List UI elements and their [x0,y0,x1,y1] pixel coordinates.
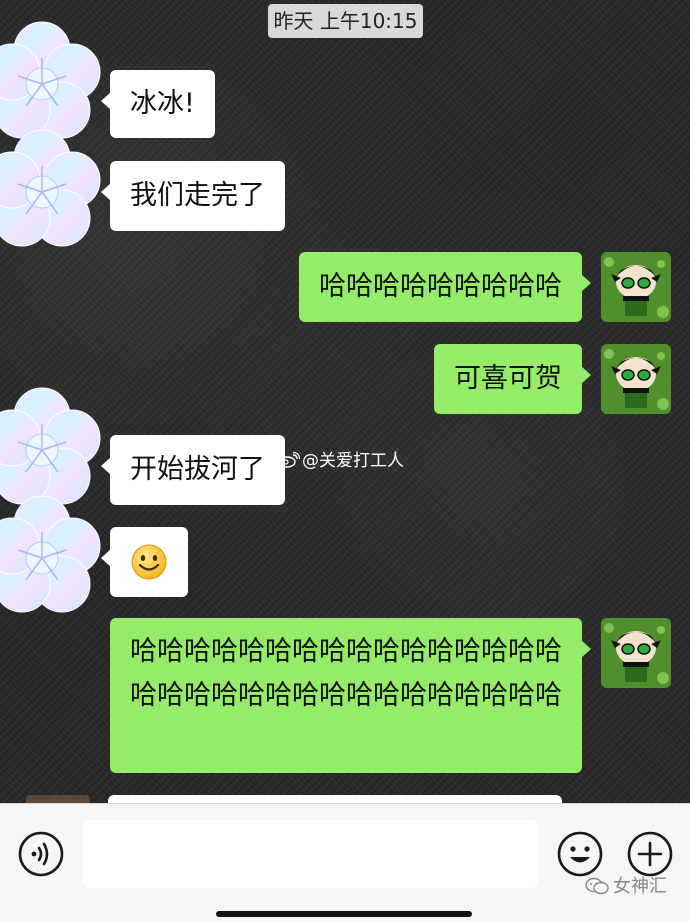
outgoing-message[interactable]: 可喜可贺 [434,344,591,414]
watermark: @关爱打工人 [278,449,404,473]
brand-watermark: 女神汇 [585,876,667,898]
smile-emoji-icon [131,544,167,580]
emoji-icon[interactable] [556,830,604,878]
outgoing-message[interactable]: 哈哈哈哈哈哈哈哈哈哈哈哈哈哈哈哈哈哈哈哈哈哈哈哈哈哈哈哈哈哈哈哈 [110,618,591,773]
incoming-emoji-message[interactable] [101,527,188,597]
input-bar [0,803,690,921]
message-timestamp: 昨天 上午10:15 [268,4,423,38]
plus-icon[interactable] [626,830,674,878]
watermark-text: @关爱打工人 [302,451,404,471]
contact-avatar[interactable] [0,386,104,510]
wechat-logo-icon [585,877,609,895]
voice-icon[interactable] [17,830,65,878]
incoming-message[interactable]: 开始拔河了 [101,435,285,505]
brand-text: 女神汇 [613,876,667,897]
my-avatar[interactable] [601,344,671,414]
my-avatar[interactable] [601,252,671,322]
contact-avatar[interactable] [0,20,104,144]
contact-avatar[interactable] [0,128,104,252]
outgoing-message[interactable]: 哈哈哈哈哈哈哈哈哈 [299,252,591,322]
incoming-message[interactable]: 冰冰! [101,70,215,138]
weibo-logo-icon [278,452,300,468]
my-avatar[interactable] [601,618,671,688]
home-indicator[interactable] [216,911,472,917]
incoming-message[interactable]: 我们走完了 [101,161,285,231]
contact-avatar[interactable] [0,494,104,618]
message-input[interactable] [83,820,538,888]
